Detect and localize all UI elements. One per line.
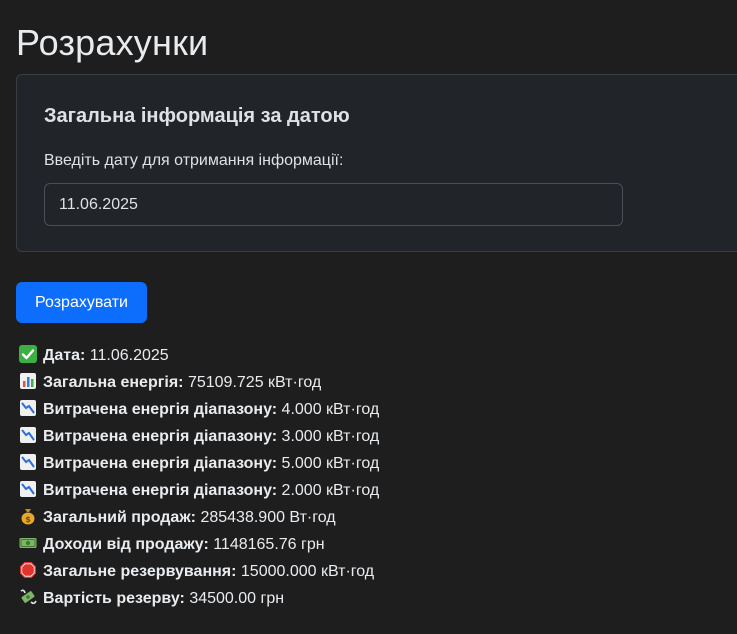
result-item-range-energy: Витрачена енергія діапазону: 3.000 кВт·г… (19, 423, 379, 450)
result-item-sales-income: Доходи від продажу: 1148165.76 грн (19, 531, 379, 558)
check-icon (19, 345, 37, 363)
result-item-reserve-cost: Вартість резерву: 34500.00 грн (19, 585, 379, 612)
bar-chart-icon (19, 372, 37, 390)
money-wings-icon (19, 588, 37, 606)
result-item-total-reservation: Загальне резервування: 15000.000 кВт·год (19, 558, 379, 585)
result-item-date: Дата: 11.06.2025 (19, 342, 379, 369)
result-item-total-energy: Загальна енергія: 75109.725 кВт·год (19, 369, 379, 396)
money-bag-icon: $ (19, 507, 37, 525)
stop-sign-icon (19, 561, 37, 579)
result-item-range-energy: Витрачена енергія діапазону: 2.000 кВт·г… (19, 477, 379, 504)
page-title: Розрахунки (16, 22, 209, 63)
date-field-label: Введіть дату для отримання інформації: (44, 152, 344, 169)
result-item-total-sales: $ Загальний продаж: 285438.900 Вт·год (19, 504, 379, 531)
results-list: Дата: 11.06.2025 Загальна енергія: 75109… (19, 342, 379, 612)
chart-decreasing-icon (19, 426, 37, 444)
date-info-card: Загальна інформація за датою Введіть дат… (16, 74, 737, 252)
chart-decreasing-icon (19, 453, 37, 471)
chart-decreasing-icon (19, 399, 37, 417)
svg-text:$: $ (25, 515, 31, 524)
card-title: Загальна інформація за датою (44, 105, 350, 127)
calculate-button[interactable]: Розрахувати (16, 282, 147, 323)
result-item-range-energy: Витрачена енергія діапазону: 4.000 кВт·г… (19, 396, 379, 423)
chart-decreasing-icon (19, 480, 37, 498)
date-input[interactable] (44, 183, 623, 226)
result-item-range-energy: Витрачена енергія діапазону: 5.000 кВт·г… (19, 450, 379, 477)
banknote-icon (19, 534, 37, 552)
